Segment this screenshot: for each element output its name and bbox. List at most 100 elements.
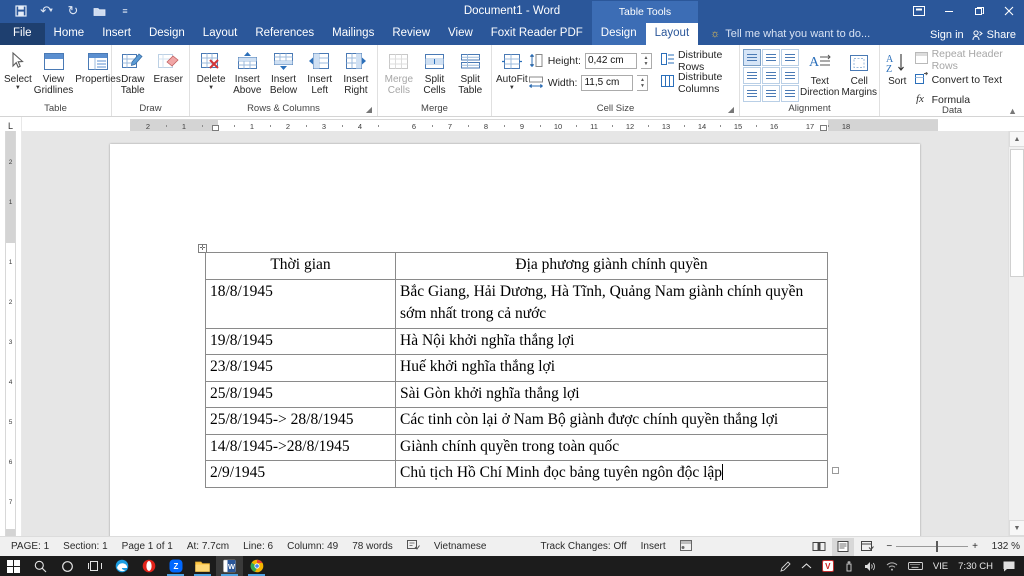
autofit-button[interactable]: AutoFit ▼	[495, 47, 529, 92]
delete-dropdown-caret[interactable]: ▼	[208, 85, 214, 92]
table-row[interactable]: 23/8/1945 Huế khởi nghĩa thắng lợi	[205, 354, 828, 382]
macro-record-icon[interactable]	[673, 539, 699, 554]
read-mode-button[interactable]	[808, 538, 830, 556]
eraser-button[interactable]: Eraser	[151, 47, 187, 85]
zoom-out-button[interactable]: −	[886, 541, 892, 552]
row-height-input[interactable]: 0,42 cm	[584, 52, 637, 69]
close-button[interactable]	[994, 0, 1024, 22]
sort-button[interactable]: AZ Sort	[883, 49, 912, 87]
align-bottom-left-button[interactable]	[743, 85, 761, 102]
sign-in-link[interactable]: Sign in	[930, 29, 964, 41]
save-icon[interactable]	[8, 1, 34, 21]
align-center-left-button[interactable]	[743, 67, 761, 84]
table-cell-date[interactable]: 19/8/1945	[205, 327, 396, 355]
minimize-button[interactable]	[934, 0, 964, 22]
input-language-indicator[interactable]: VIE	[928, 556, 953, 576]
table-cell-event[interactable]: Huế khởi nghĩa thắng lợi	[395, 354, 828, 382]
usb-eject-icon[interactable]	[839, 556, 859, 576]
start-button[interactable]	[0, 556, 27, 576]
zoom-track[interactable]	[896, 541, 969, 552]
tab-references[interactable]: References	[246, 23, 323, 45]
column-width-input[interactable]: 11,5 cm	[581, 74, 634, 91]
view-gridlines-button[interactable]: View Gridlines	[33, 47, 74, 96]
tab-foxit-reader-pdf[interactable]: Foxit Reader PDF	[482, 23, 592, 45]
document-table[interactable]: Thời gian Địa phương giành chính quyền 1…	[205, 252, 828, 488]
task-view-icon[interactable]	[81, 556, 108, 576]
insert-right-button[interactable]: Insert Right	[338, 47, 374, 96]
status-section[interactable]: Section: 1	[56, 541, 114, 552]
align-bottom-center-button[interactable]	[762, 85, 780, 102]
status-page-number[interactable]: PAGE: 1	[4, 541, 56, 552]
table-cell-event[interactable]: Bắc Giang, Hải Dương, Hà Tĩnh, Quảng Nam…	[395, 278, 828, 329]
collapse-ribbon-button[interactable]: ▲	[1008, 105, 1017, 117]
tab-design[interactable]: Design	[140, 23, 194, 45]
autofit-dropdown-caret[interactable]: ▼	[509, 85, 515, 92]
insert-left-button[interactable]: Insert Left	[302, 47, 338, 96]
show-hidden-icons-chevron-icon[interactable]	[796, 556, 817, 576]
align-top-right-button[interactable]	[781, 49, 799, 66]
split-table-button[interactable]: Split Table	[452, 47, 488, 96]
table-header-cell-locality[interactable]: Địa phương giành chính quyền	[395, 252, 828, 280]
tab-home[interactable]: Home	[45, 23, 94, 45]
pen-icon[interactable]	[775, 556, 796, 576]
keyboard-icon[interactable]	[903, 556, 928, 576]
status-vertical-position[interactable]: At: 7.7cm	[180, 541, 236, 552]
distribute-columns-button[interactable]: Distribute Columns	[658, 71, 736, 95]
open-icon[interactable]	[86, 1, 112, 21]
align-bottom-right-button[interactable]	[781, 85, 799, 102]
cell-size-dialog-launcher[interactable]: ◢	[728, 104, 734, 116]
zoom-in-button[interactable]: +	[972, 541, 978, 552]
cortana-icon[interactable]	[54, 556, 81, 576]
network-icon[interactable]	[881, 556, 903, 576]
scroll-up-arrow-icon[interactable]: ▲	[1009, 131, 1024, 147]
document-page[interactable]: ✛ Thời gian Địa phương giành chính quyền…	[110, 144, 920, 536]
tab-insert[interactable]: Insert	[93, 23, 140, 45]
tab-mailings[interactable]: Mailings	[323, 23, 383, 45]
word-icon[interactable]: W	[216, 556, 243, 576]
zoom-handle[interactable]	[936, 541, 939, 552]
status-insert-mode[interactable]: Insert	[634, 541, 673, 552]
insert-above-button[interactable]: Insert Above	[229, 47, 265, 96]
tab-table-layout[interactable]: Layout	[645, 23, 699, 45]
repeat-header-rows-button[interactable]: Repeat Header Rows	[912, 48, 1021, 72]
align-center-right-button[interactable]	[781, 67, 799, 84]
zoom-percentage[interactable]: 132 %	[986, 541, 1020, 552]
table-header-cell-time[interactable]: Thời gian	[205, 252, 396, 280]
opera-icon[interactable]	[135, 556, 162, 576]
distribute-rows-button[interactable]: Distribute Rows	[658, 49, 736, 73]
print-layout-button[interactable]	[832, 537, 855, 556]
table-cell-event[interactable]: Hà Nội khởi nghĩa thắng lợi	[395, 327, 828, 355]
column-width-spinner[interactable]: ▲ ▼	[637, 74, 649, 91]
google-chrome-icon[interactable]	[243, 556, 270, 576]
proofing-errors-icon[interactable]	[400, 539, 427, 554]
table-row[interactable]: 18/8/1945 Bắc Giang, Hải Dương, Hà Tĩnh,…	[205, 278, 828, 329]
tab-view[interactable]: View	[439, 23, 482, 45]
vertical-ruler[interactable]: 2 1 1 2 3 4 5 6 7	[0, 131, 22, 536]
restore-button[interactable]	[964, 0, 994, 22]
file-explorer-icon[interactable]	[189, 556, 216, 576]
tab-table-design[interactable]: Design	[592, 23, 646, 45]
table-row[interactable]: 19/8/1945 Hà Nội khởi nghĩa thắng lợi	[205, 327, 828, 355]
table-row[interactable]: 25/8/1945-> 28/8/1945 Các tinh còn lại ở…	[205, 407, 828, 435]
status-page-of[interactable]: Page 1 of 1	[115, 541, 180, 552]
table-row[interactable]: 25/8/1945 Sài Gòn khởi nghĩa thắng lợi	[205, 380, 828, 408]
align-top-left-button[interactable]	[743, 49, 761, 66]
table-row[interactable]: 2/9/1945 Chủ tịch Hồ Chí Minh đọc bảng t…	[205, 460, 828, 488]
merge-cells-button[interactable]: Merge Cells	[381, 47, 417, 96]
tab-layout[interactable]: Layout	[194, 23, 247, 45]
table-cell-date[interactable]: 25/8/1945-> 28/8/1945	[205, 407, 396, 435]
microsoft-edge-icon[interactable]	[108, 556, 135, 576]
insert-below-button[interactable]: Insert Below	[265, 47, 301, 96]
undo-dropdown-caret[interactable]: ▼	[48, 8, 54, 14]
draw-table-button[interactable]: Draw Table	[115, 47, 151, 96]
select-dropdown-caret[interactable]: ▼	[15, 85, 21, 92]
customize-quick-access-toolbar-icon[interactable]: ≡	[112, 1, 138, 21]
table-cell-date[interactable]: 23/8/1945	[205, 354, 396, 382]
zalo-icon[interactable]: Z	[162, 556, 189, 576]
status-track-changes[interactable]: Track Changes: Off	[533, 541, 633, 552]
table-resize-handle[interactable]	[832, 467, 839, 474]
cell-margins-button[interactable]: Cell Margins	[840, 49, 878, 98]
rows-columns-dialog-launcher[interactable]: ◢	[366, 104, 372, 116]
split-cells-button[interactable]: Split Cells	[417, 47, 453, 96]
undo-icon[interactable]: ↶ ▼	[34, 1, 60, 21]
